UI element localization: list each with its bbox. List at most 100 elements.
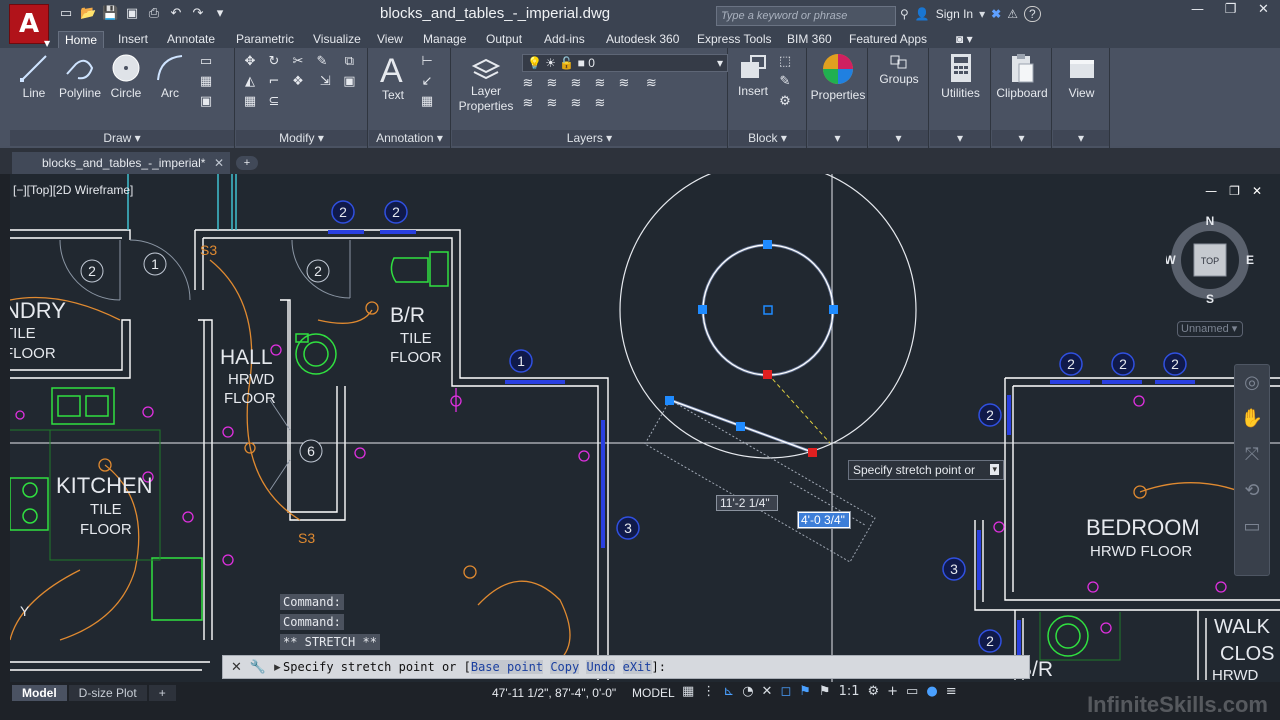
layer-properties-tool[interactable]: Layer Properties (454, 52, 518, 114)
compass-west[interactable]: W (1166, 253, 1176, 267)
ucs-dropdown[interactable]: Unnamed ▾ (1177, 321, 1243, 337)
binoculars-icon[interactable]: ⚲ (900, 7, 909, 21)
properties-tool[interactable]: Properties (808, 52, 868, 103)
rotate-icon[interactable]: ↻ (266, 54, 282, 70)
close-icon[interactable]: ✕ (231, 660, 242, 675)
clipboard-panel-expand[interactable]: ▾ (992, 130, 1051, 146)
close-icon[interactable]: ✕ (1247, 0, 1280, 22)
edit-block-icon[interactable]: ✎ (777, 74, 793, 90)
add-layout-button[interactable]: + (148, 685, 176, 701)
undo-icon[interactable]: ↶ (168, 6, 184, 22)
leader-icon[interactable]: ↙ (419, 74, 435, 90)
layer-tool-icon[interactable]: ≋ (592, 96, 608, 112)
recent-commands-icon[interactable]: ▸ (274, 660, 281, 675)
viewcube[interactable]: TOP N S E W (1166, 210, 1256, 310)
showmotion-icon[interactable]: ▭ (1235, 509, 1269, 545)
zoom-icon[interactable]: ⤧ (1235, 437, 1269, 473)
layer-tool-icon[interactable]: ≋ (592, 76, 608, 92)
block-panel-title[interactable]: Block ▾ (729, 130, 806, 146)
tab-model[interactable]: Model (12, 685, 67, 701)
help-button[interactable]: ? (1023, 6, 1041, 22)
region-icon[interactable]: ▣ (198, 94, 214, 110)
layers-panel-title[interactable]: Layers ▾ (452, 130, 727, 146)
layer-tool-icon[interactable]: ≋ (568, 76, 584, 92)
autodesk-a360-icon[interactable]: ⚠ (1007, 7, 1018, 21)
plus-icon[interactable]: + (887, 684, 898, 699)
layer-tool-icon[interactable]: ≋ (616, 76, 632, 92)
tab-home[interactable]: Home (58, 31, 105, 48)
layer-tool-icon[interactable]: ≋ (643, 76, 659, 92)
tab-annotate[interactable]: Annotate (161, 31, 221, 48)
properties-panel-expand[interactable]: ▾ (808, 130, 867, 146)
pan-icon[interactable]: ✋ (1235, 401, 1269, 437)
modify-panel-title[interactable]: Modify ▾ (236, 130, 367, 146)
option-base-point[interactable]: Base point (470, 660, 544, 674)
close-icon[interactable]: ✕ (214, 152, 224, 174)
caret-down-icon[interactable]: ▾ (979, 7, 985, 21)
tab-express-tools[interactable]: Express Tools (691, 31, 777, 48)
saveas-icon[interactable]: ▣ (124, 6, 140, 22)
utilities-tool[interactable]: Utilities (930, 52, 991, 101)
groups-tool[interactable]: Groups (869, 54, 929, 87)
tab-insert[interactable]: Insert (112, 31, 154, 48)
autoscale-icon[interactable]: ⚑ (819, 684, 831, 699)
ribbon-toggle-icon[interactable]: ◙ ▾ (950, 31, 979, 48)
move-icon[interactable]: ✥ (242, 54, 258, 70)
hardware-accel-icon[interactable]: ● (926, 684, 937, 699)
draw-panel-title[interactable]: Draw ▾ (10, 130, 234, 146)
viewcube-top-face[interactable]: TOP (1201, 256, 1219, 266)
layer-tool-icon[interactable]: ≋ (568, 96, 584, 112)
annotation-panel-title[interactable]: Annotation ▾ (369, 130, 450, 146)
option-undo[interactable]: Undo (586, 660, 616, 674)
gear-icon[interactable]: ⚙ (867, 684, 879, 699)
close-icon[interactable]: ✕ (1252, 184, 1262, 198)
application-menu-button[interactable]: A ▼ (9, 4, 50, 48)
tab-d-size-plot[interactable]: D-size Plot (68, 685, 147, 701)
minimize-icon[interactable]: — (1205, 184, 1217, 198)
new-icon[interactable]: ▭ (58, 6, 74, 22)
redo-icon[interactable]: ↷ (190, 6, 206, 22)
isodraft-icon[interactable]: ✕ (762, 684, 773, 699)
line-tool[interactable]: Line (14, 52, 54, 101)
compass-east[interactable]: E (1246, 253, 1254, 267)
trim-icon[interactable]: ✂ (290, 54, 306, 70)
explode-icon[interactable]: ❖ (290, 74, 306, 90)
tab-add-ins[interactable]: Add-ins (538, 31, 591, 48)
tab-output[interactable]: Output (480, 31, 528, 48)
orbit-icon[interactable]: ⟲ (1235, 473, 1269, 509)
clipboard-tool[interactable]: Clipboard (992, 52, 1052, 101)
search-input[interactable]: Type a keyword or phrase (716, 6, 896, 26)
stretch-icon[interactable]: ⇲ (317, 74, 333, 90)
tab-parametric[interactable]: Parametric (230, 31, 300, 48)
save-icon[interactable]: 💾 (102, 6, 118, 22)
options-icon[interactable]: ▾ (990, 464, 999, 475)
polyline-tool[interactable]: Polyline (54, 52, 106, 101)
erase-icon[interactable]: ✎ (314, 54, 330, 70)
groups-panel-expand[interactable]: ▾ (869, 130, 928, 146)
coordinate-display[interactable]: 47'-11 1/2", 87'-4", 0'-0" (492, 686, 616, 700)
copy-icon[interactable]: ⧉ (341, 54, 357, 70)
tab-visualize[interactable]: Visualize (307, 31, 367, 48)
arc-tool[interactable]: Arc (152, 52, 188, 101)
layer-tool-icon[interactable]: ≋ (520, 76, 536, 92)
offset-icon[interactable]: ⊆ (266, 94, 282, 110)
osnap-icon[interactable]: ◻ (780, 684, 791, 699)
annotation-scale[interactable]: 1:1 (839, 684, 860, 699)
view-panel-expand[interactable]: ▾ (1053, 130, 1109, 146)
file-tab[interactable]: blocks_and_tables_-_imperial* ✕ (12, 152, 230, 174)
sign-in-button[interactable]: Sign In (936, 7, 973, 21)
layer-tool-icon[interactable]: ≋ (544, 76, 560, 92)
tab-bim-360[interactable]: BIM 360 (781, 31, 838, 48)
tab-autodesk-360[interactable]: Autodesk 360 (600, 31, 685, 48)
fillet-icon[interactable]: ⌐ (266, 74, 282, 90)
hatch-icon[interactable]: ▦ (198, 74, 214, 90)
circle-tool[interactable]: Circle (108, 52, 144, 101)
ortho-icon[interactable]: ⊾ (723, 684, 734, 699)
steering-wheel-icon[interactable]: ◎ (1235, 365, 1269, 401)
mirror-icon[interactable]: ◭ (242, 74, 258, 90)
create-block-icon[interactable]: ⬚ (777, 54, 793, 70)
attribute-icon[interactable]: ⚙ (777, 94, 793, 110)
distance-input[interactable]: 11'-2 1/4" (716, 495, 778, 511)
drawing-canvas[interactable]: 2 1 2 6 2 2 1 2 2 2 2 3 3 2 S3 S3 NDRY I… (10, 174, 1280, 682)
insert-tool[interactable]: Insert (731, 52, 775, 99)
